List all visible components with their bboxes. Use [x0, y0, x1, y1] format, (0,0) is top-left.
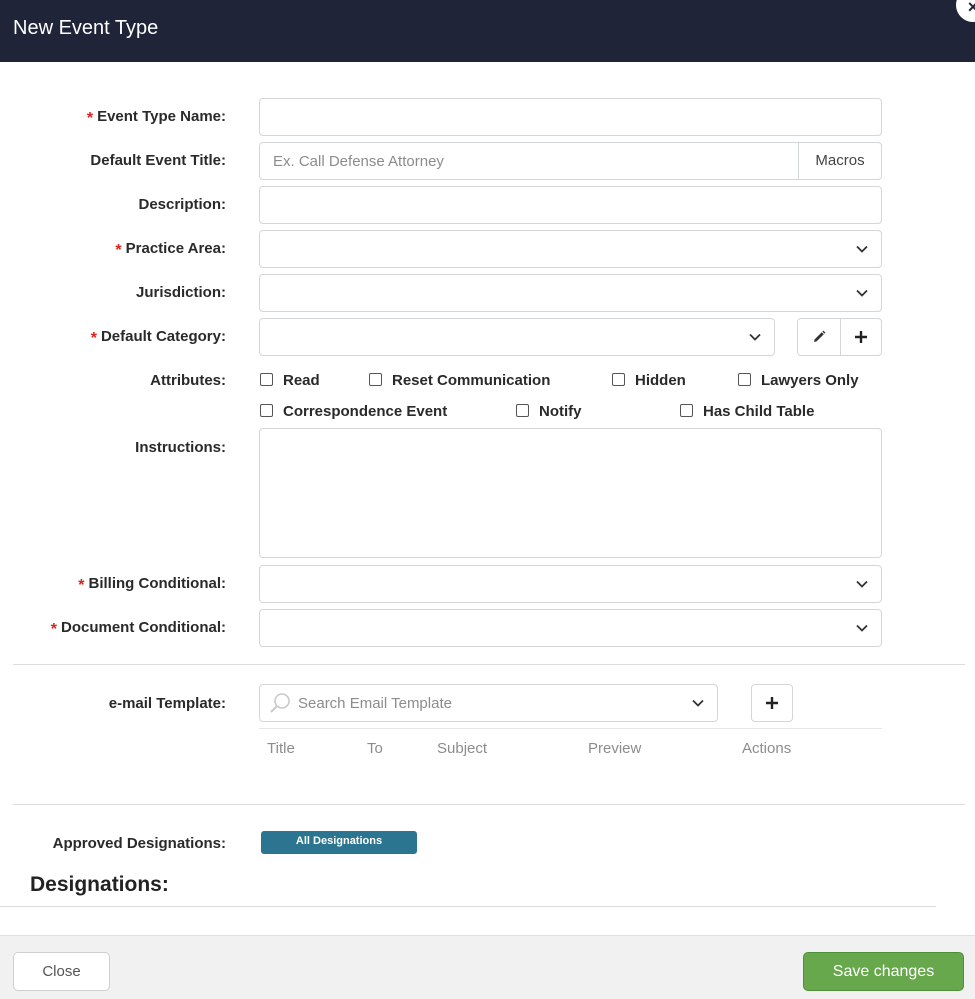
- search-icon: [270, 693, 290, 713]
- default-event-title-placeholder: Ex. Call Defense Attorney: [273, 153, 444, 170]
- checkbox[interactable]: [680, 404, 693, 417]
- table-header-divider: [259, 728, 882, 729]
- practice-area-label: * Practice Area:: [115, 240, 226, 259]
- attribute-lawyers-only-checkbox[interactable]: Lawyers Only: [738, 372, 859, 389]
- default-event-title-label: Default Event Title:: [90, 152, 226, 169]
- chevron-down-icon: [856, 245, 868, 253]
- jurisdiction-select[interactable]: [259, 274, 882, 312]
- instructions-label: Instructions:: [135, 439, 226, 456]
- plus-icon: [855, 331, 867, 343]
- chevron-down-icon: [749, 333, 761, 341]
- designations-title: Designations:: [30, 873, 169, 896]
- checkbox[interactable]: [516, 404, 529, 417]
- column-header-preview: Preview: [588, 740, 642, 757]
- checkbox[interactable]: [369, 373, 382, 386]
- pencil-icon: [814, 330, 826, 342]
- checkbox[interactable]: [612, 373, 625, 386]
- attribute-has-child-table-checkbox[interactable]: Has Child Table: [680, 403, 814, 420]
- email-template-label: e-mail Template:: [108, 695, 226, 712]
- chevron-down-icon: [856, 580, 868, 588]
- macros-button[interactable]: Macros: [798, 143, 881, 179]
- column-header-to: To: [367, 740, 383, 757]
- chevron-down-icon: [856, 624, 868, 632]
- attributes-label: Attributes:: [150, 372, 226, 389]
- attribute-hidden-checkbox[interactable]: Hidden: [612, 372, 686, 389]
- description-input[interactable]: [259, 186, 882, 224]
- default-category-label: * Default Category:: [90, 328, 226, 347]
- add-category-button[interactable]: [840, 318, 882, 356]
- default-event-title-input[interactable]: Ex. Call Defense Attorney Macros: [259, 142, 882, 180]
- add-email-template-button[interactable]: [751, 684, 793, 722]
- email-template-placeholder: Search Email Template: [298, 695, 452, 712]
- section-divider: [0, 906, 936, 907]
- document-conditional-label: * Document Conditional:: [50, 619, 226, 638]
- checkbox[interactable]: [260, 373, 273, 386]
- email-template-search[interactable]: Search Email Template: [259, 684, 718, 722]
- instructions-textarea[interactable]: [259, 428, 882, 558]
- event-type-name-label: * Event Type Name:: [86, 108, 226, 127]
- column-header-subject: Subject: [437, 740, 488, 757]
- default-category-select[interactable]: [259, 318, 775, 356]
- practice-area-select[interactable]: [259, 230, 882, 268]
- checkbox[interactable]: [260, 404, 273, 417]
- event-type-name-input[interactable]: [259, 98, 882, 136]
- chevron-down-icon: [856, 289, 868, 297]
- section-divider: [13, 664, 965, 665]
- billing-conditional-select[interactable]: [259, 565, 882, 603]
- edit-category-button[interactable]: [797, 318, 841, 356]
- attribute-notify-checkbox[interactable]: Notify: [516, 403, 582, 420]
- save-changes-button[interactable]: Save changes: [803, 952, 964, 991]
- chevron-down-icon: [692, 699, 704, 707]
- section-divider: [13, 804, 965, 805]
- document-conditional-select[interactable]: [259, 609, 882, 647]
- modal-header: New Event Type: [0, 0, 975, 62]
- plus-icon: [766, 697, 778, 709]
- modal-title: New Event Type: [13, 17, 159, 39]
- all-designations-badge[interactable]: All Designations: [261, 831, 417, 854]
- checkbox[interactable]: [738, 373, 751, 386]
- jurisdiction-label: Jurisdiction:: [135, 284, 226, 301]
- attribute-read-checkbox[interactable]: Read: [260, 372, 320, 389]
- column-header-actions: Actions: [742, 740, 792, 757]
- billing-conditional-label: * Billing Conditional:: [78, 575, 226, 594]
- close-button[interactable]: Close: [13, 952, 110, 991]
- description-label: Description:: [138, 196, 226, 213]
- attribute-correspondence-event-checkbox[interactable]: Correspondence Event: [260, 403, 447, 420]
- attribute-reset-communication-checkbox[interactable]: Reset Communication: [369, 372, 550, 389]
- column-header-title: Title: [267, 740, 295, 757]
- approved-designations-label: Approved Designations:: [52, 835, 226, 852]
